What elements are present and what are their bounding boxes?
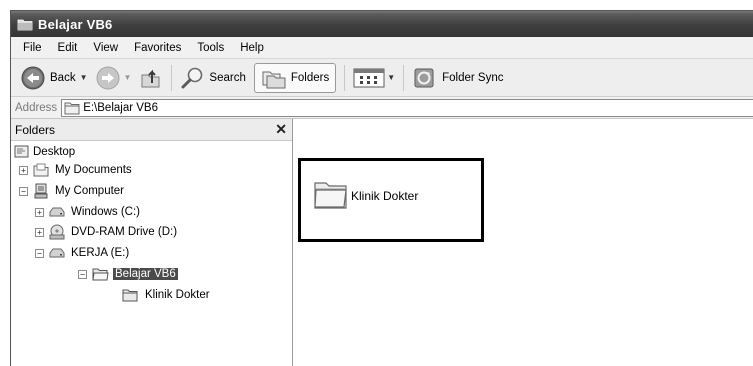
- toolbar-separator: [171, 64, 173, 91]
- toolbar-separator: [403, 64, 405, 91]
- search-button[interactable]: Search: [176, 63, 249, 93]
- folders-pane-header: Folders ✕: [11, 119, 292, 141]
- views-dropdown-arrow[interactable]: ▼: [387, 73, 395, 82]
- tree-label: DVD-RAM Drive (D:): [71, 226, 178, 238]
- tree-label: Klinik Dokter: [145, 289, 210, 301]
- collapse-icon[interactable]: −: [78, 269, 87, 279]
- tree-item-desktop[interactable]: Desktop: [14, 143, 77, 161]
- address-label: Address: [15, 101, 58, 114]
- views-icon: [353, 68, 385, 88]
- folders-icon: [261, 67, 287, 89]
- tree-item-my-computer[interactable]: − My Computer: [19, 182, 126, 200]
- folder-sync-label: Folder Sync: [442, 71, 504, 84]
- address-value: E:\Belajar VB6: [83, 101, 158, 114]
- menu-edit[interactable]: Edit: [50, 42, 86, 54]
- up-button[interactable]: [135, 63, 167, 93]
- address-bar: Address E:\Belajar VB6: [11, 97, 753, 119]
- folder-icon: [64, 101, 80, 115]
- tree-label: My Documents: [55, 164, 132, 176]
- back-label: Back: [50, 71, 76, 84]
- folder-icon: [313, 177, 349, 211]
- address-input[interactable]: E:\Belajar VB6: [61, 98, 753, 117]
- my-computer-icon: [33, 183, 49, 199]
- menu-file[interactable]: File: [15, 42, 50, 54]
- window-title: Belajar VB6: [38, 16, 113, 32]
- folders-pane-title: Folders: [15, 122, 56, 137]
- forward-dropdown-arrow[interactable]: ▼: [124, 73, 132, 82]
- toolbar-separator: [344, 64, 346, 91]
- drive-icon: [49, 247, 65, 259]
- folder-item-label: Klinik Dokter: [351, 189, 419, 203]
- back-arrow-icon: [21, 66, 45, 90]
- expand-icon[interactable]: +: [35, 227, 44, 237]
- menu-help[interactable]: Help: [232, 42, 272, 54]
- search-magnifier-icon: [180, 66, 206, 90]
- folder-sync-button[interactable]: Folder Sync: [408, 63, 507, 93]
- forward-button[interactable]: ▼: [92, 63, 136, 93]
- folder-sync-icon: [412, 66, 436, 90]
- folders-button[interactable]: Folders: [253, 62, 337, 93]
- tree-label: Desktop: [33, 146, 76, 158]
- folder-icon: [122, 288, 139, 302]
- drive-icon: [49, 206, 65, 218]
- tree-item-my-documents[interactable]: + My Documents: [19, 161, 134, 179]
- menu-bar: File Edit View Favorites Tools Help: [11, 37, 753, 59]
- tree-item-windows-c[interactable]: + Windows (C:): [35, 203, 142, 221]
- title-bar[interactable]: Belajar VB6: [11, 11, 753, 37]
- tree-item-dvd-d[interactable]: + DVD-RAM Drive (D:): [35, 223, 179, 241]
- content-area: Klinik Dokter: [293, 119, 753, 366]
- toolbar: Back ▼ ▼ Search Folders ▼ Folder Sync: [11, 59, 753, 97]
- menu-favorites[interactable]: Favorites: [126, 42, 189, 54]
- menu-tools[interactable]: Tools: [189, 42, 232, 54]
- forward-arrow-icon: [96, 66, 120, 90]
- dvd-drive-icon: [49, 224, 65, 240]
- expand-icon[interactable]: +: [35, 207, 44, 217]
- tree-item-klinik-dokter[interactable]: Klinik Dokter: [122, 286, 212, 304]
- folder-open-icon: [92, 267, 109, 281]
- tree-label: My Computer: [55, 185, 125, 197]
- explorer-window-icon: [17, 17, 33, 31]
- expand-icon[interactable]: +: [19, 165, 28, 175]
- back-button[interactable]: Back ▼: [17, 63, 92, 93]
- menu-view[interactable]: View: [85, 42, 126, 54]
- explorer-window: Belajar VB6 File Edit View Favorites Too…: [10, 10, 753, 366]
- collapse-icon[interactable]: −: [19, 186, 28, 196]
- folders-label: Folders: [290, 71, 330, 84]
- views-button[interactable]: ▼: [349, 63, 399, 93]
- tree-item-kerja-e[interactable]: − KERJA (E:): [35, 244, 131, 262]
- my-documents-icon: [33, 163, 49, 177]
- tree-label: Windows (C:): [71, 206, 141, 218]
- tree-item-belajar-vb6[interactable]: − Belajar VB6: [78, 265, 178, 283]
- tree-label: KERJA (E:): [71, 247, 130, 259]
- folders-pane: Folders ✕ Desktop + My Documents − My Co…: [11, 119, 293, 366]
- close-icon[interactable]: ✕: [275, 121, 287, 138]
- collapse-icon[interactable]: −: [35, 248, 44, 258]
- search-label: Search: [209, 71, 246, 84]
- up-folder-icon: [139, 66, 163, 90]
- back-dropdown-arrow[interactable]: ▼: [80, 73, 88, 82]
- folder-item-klinik-dokter[interactable]: Klinik Dokter: [298, 158, 484, 242]
- tree-label-selected: Belajar VB6: [113, 268, 178, 280]
- desktop-icon: [14, 145, 29, 160]
